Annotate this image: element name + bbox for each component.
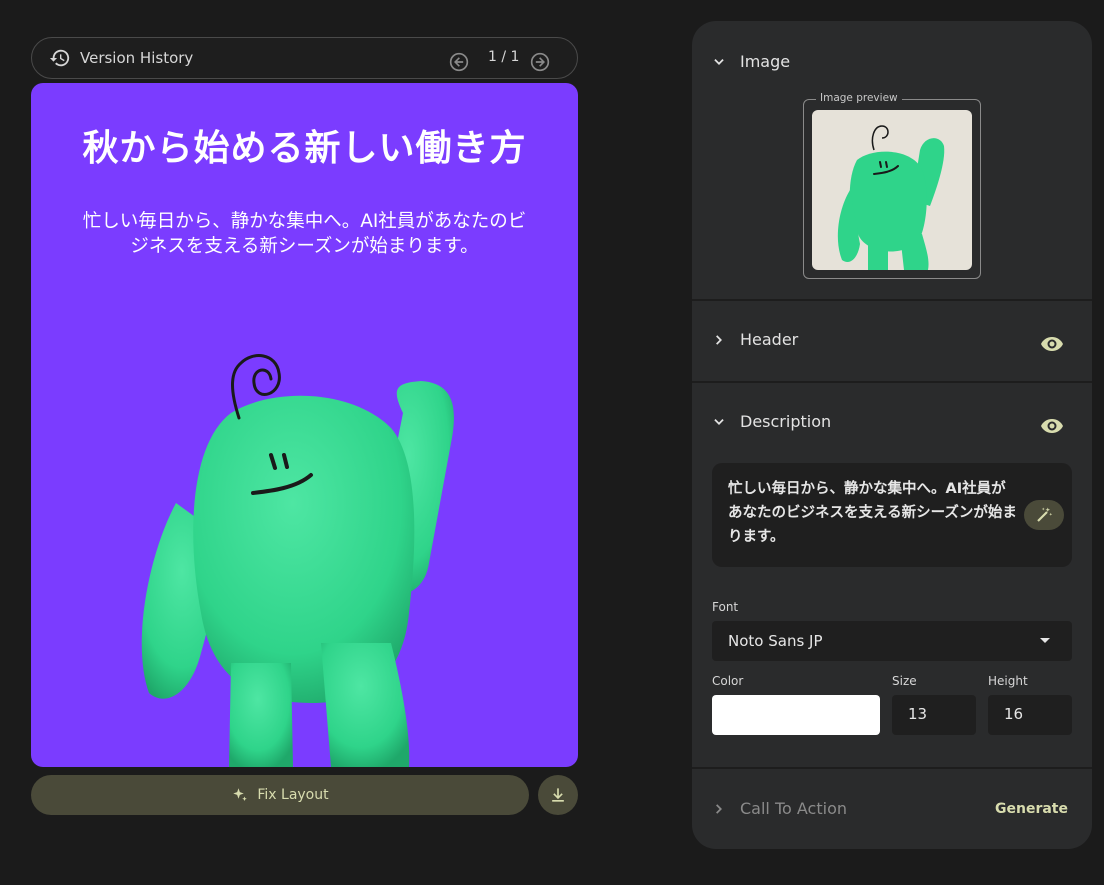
fix-layout-button[interactable]: Fix Layout xyxy=(31,775,529,815)
version-history-bar: Version History 1 / 1 xyxy=(31,37,578,79)
green-mascot-image[interactable] xyxy=(31,83,578,767)
properties-panel: Image Image preview Header Description 忙… xyxy=(692,21,1092,849)
font-label: Font xyxy=(712,600,739,614)
color-label: Color xyxy=(712,674,744,688)
description-section-title[interactable]: Description xyxy=(740,412,831,431)
green-mascot-thumbnail xyxy=(837,125,945,270)
version-history-title[interactable]: Version History xyxy=(80,49,193,67)
font-select-value: Noto Sans JP xyxy=(728,632,823,650)
eye-icon[interactable] xyxy=(1040,332,1064,356)
sparkle-icon xyxy=(233,788,248,801)
description-textarea[interactable]: 忙しい毎日から、静かな集中へ。AI社員があなたのビジネスを支える新シーズンが始ま… xyxy=(712,463,1072,567)
chevron-right-icon[interactable] xyxy=(712,802,726,816)
ad-canvas[interactable]: 秋から始める新しい働き方 忙しい毎日から、静かな集中へ。AI社員があなたのビジネ… xyxy=(31,83,578,767)
divider xyxy=(692,381,1092,383)
eye-icon[interactable] xyxy=(1040,414,1064,438)
chevron-down-icon[interactable] xyxy=(712,55,726,69)
chevron-right-icon[interactable] xyxy=(712,333,726,347)
description-text[interactable]: 忙しい毎日から、静かな集中へ。AI社員があなたのビジネスを支える新シーズンが始ま… xyxy=(728,477,1018,549)
image-thumbnail xyxy=(812,110,972,270)
generate-button[interactable]: Generate xyxy=(995,801,1068,817)
version-counter: 1 / 1 xyxy=(488,49,520,65)
color-swatch-input[interactable] xyxy=(712,695,880,735)
download-icon xyxy=(552,788,564,802)
divider xyxy=(692,299,1092,301)
magic-wand-icon xyxy=(1037,507,1053,522)
font-select[interactable]: Noto Sans JP xyxy=(712,621,1072,661)
ai-rewrite-button[interactable] xyxy=(1024,500,1064,530)
size-label: Size xyxy=(892,674,917,688)
download-button[interactable] xyxy=(538,775,578,815)
height-label: Height xyxy=(988,674,1028,688)
next-version-icon[interactable] xyxy=(530,52,550,72)
image-section-title[interactable]: Image xyxy=(740,52,790,71)
image-preview[interactable]: Image preview xyxy=(803,92,981,279)
chevron-down-icon[interactable] xyxy=(712,415,726,429)
size-input[interactable]: 13 xyxy=(892,695,976,735)
dropdown-arrow-icon xyxy=(1040,638,1050,643)
previous-version-icon[interactable] xyxy=(449,52,469,72)
cta-section-title[interactable]: Call To Action xyxy=(740,799,847,818)
header-section-title[interactable]: Header xyxy=(740,330,798,349)
history-icon[interactable] xyxy=(49,47,71,69)
image-preview-label: Image preview xyxy=(816,92,902,104)
height-input[interactable]: 16 xyxy=(988,695,1072,735)
divider xyxy=(692,767,1092,769)
fix-layout-label: Fix Layout xyxy=(257,787,329,803)
